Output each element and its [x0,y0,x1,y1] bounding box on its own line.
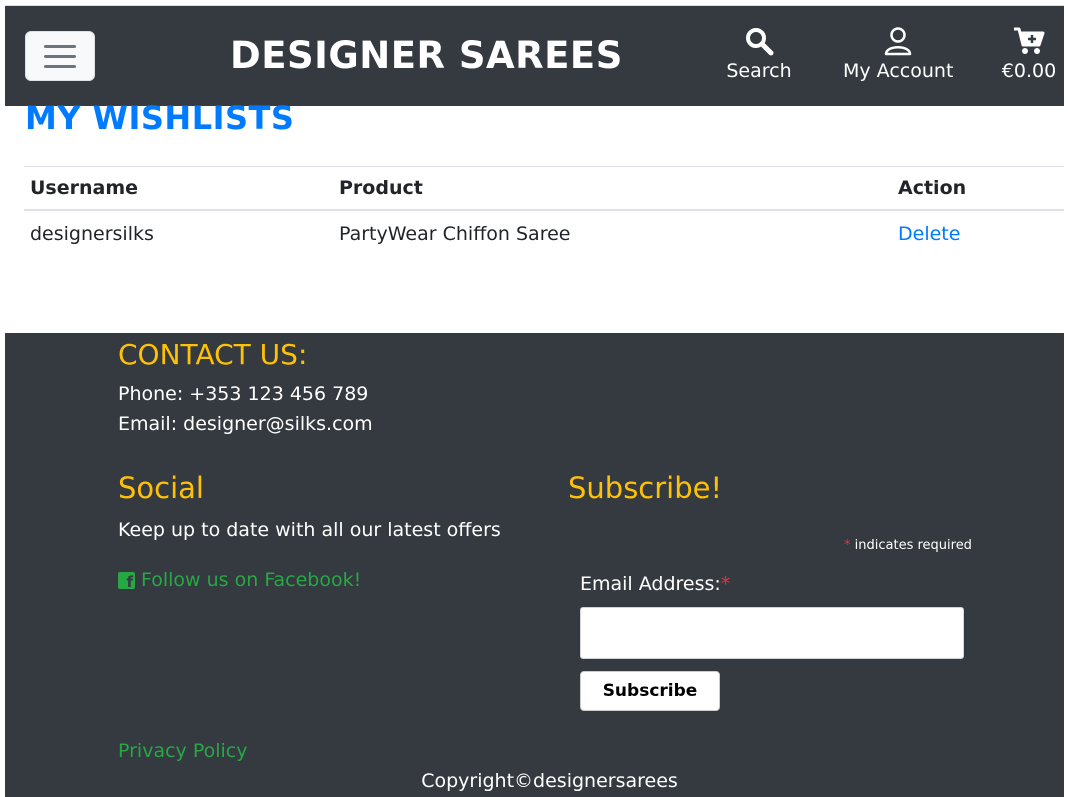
menu-toggle-button[interactable] [25,31,95,81]
site-footer: CONTACT US: Phone: +353 123 456 789 Emai… [5,333,1064,797]
search-icon [746,28,774,56]
contact-phone: Phone: +353 123 456 789 [118,383,369,405]
cell-product: PartyWear Chiffon Saree [339,223,571,245]
facebook-link[interactable]: Follow us on Facebook! [118,569,361,591]
email-address-label: Email Address:* [580,573,730,595]
brand-logo[interactable]: DESIGNER SAREES [230,34,623,77]
email-required-star: * [720,573,731,595]
column-header-action: Action [898,177,967,199]
my-account-nav-button[interactable]: My Account [843,26,953,82]
required-note-text: indicates required [854,538,972,553]
contact-heading: CONTACT US: [118,338,308,371]
site-header: DESIGNER SAREES Search My Account €0.00 [5,6,1064,106]
cart-plus-icon [1014,27,1045,54]
my-account-label: My Account [843,60,954,82]
subscribe-heading: Subscribe! [568,471,723,505]
cart-nav-button[interactable]: €0.00 [999,26,1059,82]
contact-email: Email: designer@silks.com [118,413,373,435]
column-header-username: Username [30,177,139,199]
search-nav-button[interactable]: Search [725,26,793,82]
cart-total: €0.00 [1001,60,1057,82]
required-note: * indicates required [844,538,972,553]
facebook-link-label: Follow us on Facebook! [141,569,362,591]
table-row: designersilks PartyWear Chiffon Saree De… [24,211,1064,257]
table-header-row: Username Product Action [24,167,1064,211]
menu-icon [44,44,76,48]
required-star: * [844,538,851,553]
facebook-icon [118,571,135,591]
column-header-product: Product [339,177,423,199]
email-address-input[interactable] [580,607,964,659]
social-heading: Social [118,471,204,505]
delete-link[interactable]: Delete [898,211,960,257]
wishlist-table: Username Product Action designersilks Pa… [24,166,1064,257]
social-text: Keep up to date with all our latest offe… [118,519,501,541]
copyright-text: Copyright©designersarees [421,770,678,792]
user-icon [884,27,912,56]
browser-frame-right [1064,0,1068,797]
page-title: MY WISHLISTS [25,99,295,137]
subscribe-button[interactable]: Subscribe [580,671,720,711]
cell-username: designersilks [30,223,154,245]
privacy-policy-link[interactable]: Privacy Policy [118,740,247,762]
search-nav-label: Search [726,60,792,82]
email-address-label-text: Email Address: [580,573,721,595]
